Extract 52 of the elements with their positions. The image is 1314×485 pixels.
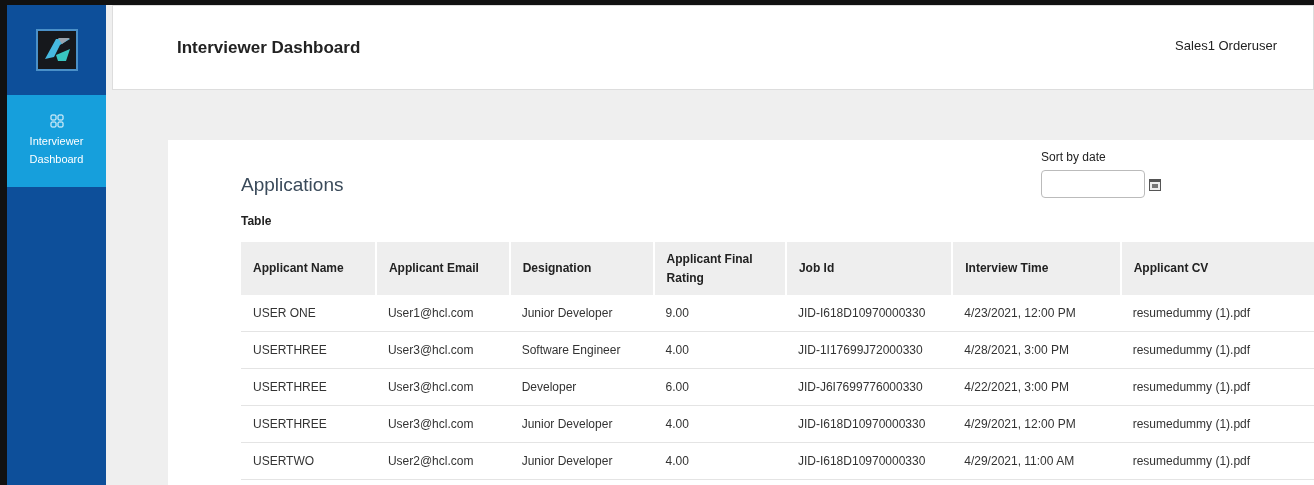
table-cell: User3@hcl.com: [375, 405, 510, 443]
table-cell: User3@hcl.com: [375, 331, 510, 369]
column-header: Designation: [509, 242, 654, 295]
table-cell: 6.00: [653, 368, 786, 406]
table-cell: 4/22/2021, 3:00 PM: [952, 368, 1121, 406]
calendar-icon[interactable]: [1149, 177, 1161, 191]
nav-item[interactable]: Interviewer Dashboard: [7, 95, 106, 187]
table-cell: 4/29/2021, 11:00 AM: [952, 442, 1121, 480]
table-cell: USERTWO: [241, 442, 376, 480]
table-cell: User1@hcl.com: [375, 295, 510, 332]
table-cell: 4/23/2021, 12:00 PM: [952, 295, 1121, 332]
table-cell: JID-I618D10970000330: [785, 295, 953, 332]
section-title: Applications: [241, 174, 344, 197]
column-header: Job Id: [785, 242, 953, 295]
page-title: Interviewer Dashboard: [177, 37, 361, 58]
table-cell: resumedummy (1).pdf: [1120, 295, 1314, 332]
user-name: Sales1 Orderuser: [1175, 38, 1277, 53]
column-header: Applicant CV: [1120, 242, 1314, 295]
logo-icon: [35, 29, 78, 71]
table-cell: JID-I618D10970000330: [785, 405, 953, 443]
grid-icon: [49, 114, 64, 128]
column-header: Applicant Final Rating: [653, 242, 786, 295]
column-header: Applicant Email: [375, 242, 510, 295]
table-cell: USERTHREE: [241, 331, 376, 369]
column-header: Interview Time: [952, 242, 1121, 295]
date-field[interactable]: [1041, 170, 1145, 198]
table-cell: JID-I618D10970000330: [785, 442, 953, 480]
table-cell: resumedummy (1).pdf: [1120, 442, 1314, 480]
sort-label: Sort by date: [1041, 150, 1107, 164]
table-cell: 4.00: [653, 442, 786, 480]
table-cell: USER ONE: [241, 295, 376, 332]
table-cell: User2@hcl.com: [375, 442, 510, 480]
table-cell: Junior Developer: [509, 295, 654, 332]
table-cell: Developer: [509, 368, 654, 406]
table-cell: USERTHREE: [241, 368, 376, 406]
table-cell: Junior Developer: [509, 442, 654, 480]
table-cell: resumedummy (1).pdf: [1120, 331, 1314, 369]
table-cell: resumedummy (1).pdf: [1120, 405, 1314, 443]
table-cell: 9.00: [653, 295, 786, 332]
table-cell: resumedummy (1).pdf: [1120, 368, 1314, 406]
table-cell: Software Engineer: [509, 331, 654, 369]
table-cell: 4/29/2021, 12:00 PM: [952, 405, 1121, 443]
table-cell: JID-1I17699J72000330: [785, 331, 953, 369]
table-cell: 4.00: [653, 331, 786, 369]
table-cell: 4/28/2021, 3:00 PM: [952, 331, 1121, 369]
table-cell: 4.00: [653, 405, 786, 443]
table-caption: Table: [241, 214, 273, 228]
table-cell: JID-J6I7699776000330: [785, 368, 953, 406]
table-cell: USERTHREE: [241, 405, 376, 443]
table-cell: Junior Developer: [509, 405, 654, 443]
table-cell: User3@hcl.com: [375, 368, 510, 406]
column-header: Applicant Name: [241, 242, 376, 295]
